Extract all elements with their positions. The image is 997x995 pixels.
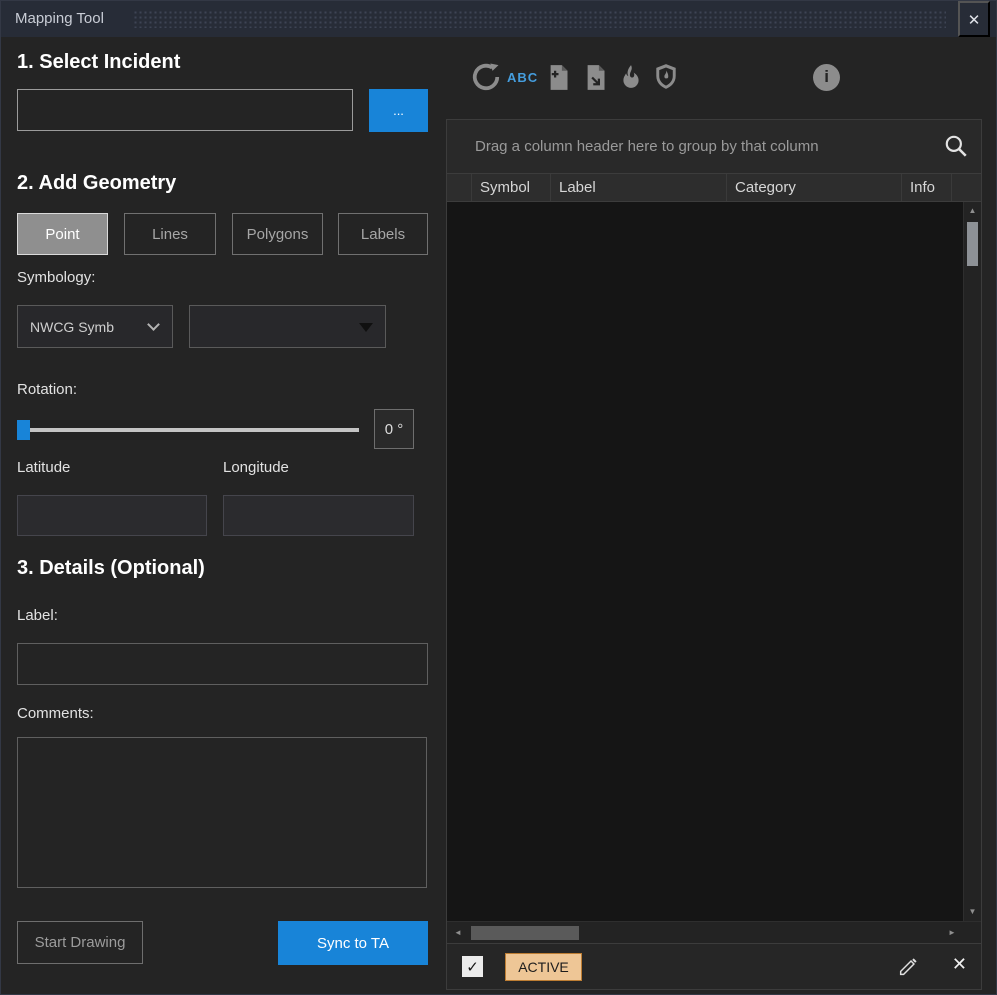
titlebar-grip[interactable] [133, 10, 946, 28]
start-drawing-button[interactable]: Start Drawing [17, 921, 143, 964]
geometry-lines-button[interactable]: Lines [124, 213, 216, 255]
symbology-set-value: NWCG Symb [30, 319, 114, 335]
horizontal-scroll-track[interactable] [469, 922, 941, 943]
column-header-symbol[interactable]: Symbol [472, 174, 551, 201]
grid-header-row: Symbol Label Category Info [447, 174, 981, 202]
incident-input[interactable] [17, 89, 353, 131]
scroll-down-icon[interactable]: ▼ [964, 903, 981, 921]
rotation-label: Rotation: [17, 381, 77, 398]
document-button[interactable] [582, 63, 609, 92]
vertical-scroll-thumb[interactable] [967, 222, 978, 266]
horizontal-scrollbar[interactable]: ◄ ► [447, 921, 981, 943]
refresh-icon [471, 62, 501, 92]
symbology-set-dropdown[interactable]: NWCG Symb [17, 305, 173, 348]
sync-to-ta-button[interactable]: Sync to TA [278, 921, 428, 965]
column-header-filler [952, 174, 981, 201]
group-by-panel[interactable]: Drag a column header here to group by th… [447, 120, 981, 174]
scrollbar-corner [963, 922, 981, 943]
horizontal-scroll-thumb[interactable] [471, 926, 579, 940]
rotation-slider[interactable] [17, 419, 359, 441]
grid-toolbar: ABC [444, 37, 996, 117]
latitude-label: Latitude [17, 459, 70, 476]
features-grid: Drag a column header here to group by th… [446, 119, 982, 944]
check-icon: ✓ [466, 958, 479, 976]
flame-button[interactable] [618, 62, 644, 92]
delete-button[interactable]: ✕ [952, 954, 967, 975]
status-row: ✓ ACTIVE ✕ [446, 944, 982, 990]
new-document-button[interactable] [545, 63, 572, 92]
comments-field-label: Comments: [17, 705, 94, 722]
abc-spellcheck-icon: ABC [507, 70, 538, 85]
scroll-up-icon[interactable]: ▲ [964, 202, 981, 220]
geometry-labels-button[interactable]: Labels [338, 213, 428, 255]
longitude-label: Longitude [223, 459, 289, 476]
latitude-input[interactable] [17, 495, 207, 536]
rotation-slider-track[interactable] [17, 428, 359, 432]
document-icon [582, 63, 609, 92]
shield-icon [653, 63, 679, 91]
column-header-label[interactable]: Label [551, 174, 727, 201]
shield-button[interactable] [653, 63, 679, 91]
right-panel: ABC [444, 37, 996, 994]
step1-heading: 1. Select Incident [17, 51, 180, 74]
symbol-dropdown[interactable] [189, 305, 386, 348]
chevron-down-icon [147, 318, 160, 331]
group-by-hint: Drag a column header here to group by th… [475, 138, 819, 155]
left-panel: 1. Select Incident ... 2. Add Geometry P… [1, 37, 444, 994]
window-title: Mapping Tool [15, 1, 104, 37]
symbology-label: Symbology: [17, 269, 95, 286]
info-icon: i [813, 64, 840, 91]
mapping-tool-window: Mapping Tool ✕ 1. Select Incident ... 2.… [0, 0, 997, 995]
longitude-input[interactable] [223, 495, 414, 536]
search-icon [943, 133, 969, 159]
step2-heading: 2. Add Geometry [17, 172, 176, 195]
grid-body [447, 202, 963, 921]
rotation-slider-thumb[interactable] [17, 420, 30, 440]
column-header-info[interactable]: Info [902, 174, 952, 201]
comments-input[interactable] [17, 737, 427, 888]
titlebar: Mapping Tool ✕ [1, 1, 996, 37]
scroll-right-icon[interactable]: ► [941, 922, 963, 943]
new-document-icon [545, 63, 572, 92]
step3-heading: 3. Details (Optional) [17, 557, 205, 580]
browse-incident-button[interactable]: ... [369, 89, 428, 132]
vertical-scrollbar[interactable]: ▲ ▼ [963, 202, 981, 921]
info-button[interactable]: i [813, 64, 840, 91]
scroll-left-icon[interactable]: ◄ [447, 922, 469, 943]
active-checkbox[interactable]: ✓ [462, 956, 483, 977]
label-input[interactable] [17, 643, 428, 685]
edit-button[interactable] [897, 956, 919, 983]
row-indicator-header [447, 174, 472, 201]
column-header-category[interactable]: Category [727, 174, 902, 201]
geometry-point-button[interactable]: Point [17, 213, 108, 255]
label-field-label: Label: [17, 607, 58, 624]
search-button[interactable] [943, 133, 969, 163]
rotation-value-box[interactable]: 0 ° [374, 409, 414, 449]
grid-body-wrap: ▲ ▼ [447, 202, 981, 921]
flame-icon [618, 62, 644, 92]
window-close-button[interactable]: ✕ [958, 1, 990, 37]
spellcheck-button[interactable]: ABC [507, 70, 538, 85]
geometry-polygons-button[interactable]: Polygons [232, 213, 323, 255]
refresh-button[interactable] [471, 62, 501, 92]
pencil-icon [897, 956, 919, 978]
active-status-cell[interactable]: ACTIVE [505, 953, 582, 981]
dropdown-triangle-icon [359, 323, 373, 332]
